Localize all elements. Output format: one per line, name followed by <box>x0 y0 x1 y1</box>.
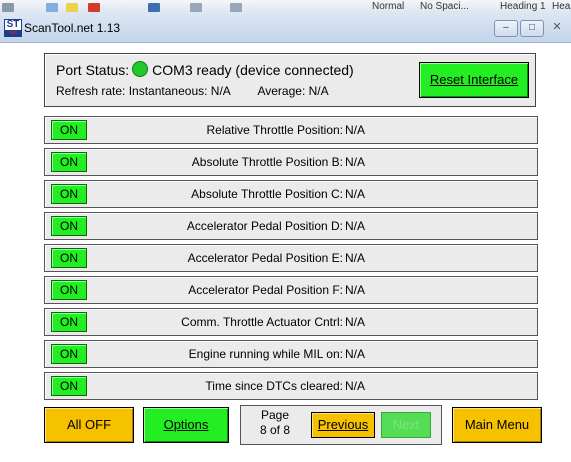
connection-indicator-icon <box>132 61 149 77</box>
pid-value: N/A <box>345 123 366 137</box>
pid-label: Accelerator Pedal Position D: <box>186 219 343 233</box>
pid-row: ON Relative Throttle Position: N/A <box>44 116 538 144</box>
minimize-button[interactable]: – <box>494 20 518 37</box>
pid-row: ON Absolute Throttle Position C: N/A <box>44 180 538 208</box>
refresh-instantaneous: Instantaneous: N/A <box>128 84 231 98</box>
ribbon-style-normal[interactable]: Normal <box>372 1 404 12</box>
previous-button[interactable]: Previous <box>311 412 375 438</box>
ribbon-shading-icon <box>230 3 242 12</box>
refresh-average: Average: N/A <box>257 84 329 98</box>
pid-row: ON Time since DTCs cleared: N/A <box>44 372 538 400</box>
pid-value: N/A <box>345 283 366 297</box>
pid-toggle-button[interactable]: ON <box>51 344 87 364</box>
title-bar[interactable]: ST net ScanTool.net 1.13 – □ ✕ <box>0 14 571 43</box>
pid-toggle-button[interactable]: ON <box>51 120 87 140</box>
background-ribbon-strip: Normal No Spaci... Heading 1 Hea <box>0 0 571 15</box>
logo-text: ST <box>6 19 20 30</box>
port-status-value: COM3 ready (device connected) <box>152 62 354 78</box>
pid-toggle-button[interactable]: ON <box>51 312 87 332</box>
main-menu-button[interactable]: Main Menu <box>452 407 542 443</box>
port-status-panel: Port Status: COM3 ready (device connected… <box>44 53 536 107</box>
pid-value: N/A <box>345 379 366 393</box>
app-logo-icon: ST net <box>4 19 22 37</box>
ribbon-style-heading-2[interactable]: Hea <box>552 1 570 12</box>
pid-label: Absolute Throttle Position B: <box>191 155 343 169</box>
options-button[interactable]: Options <box>143 407 229 443</box>
ribbon-style-heading-1[interactable]: Heading 1 <box>500 1 546 12</box>
ribbon-align-icon <box>148 3 160 12</box>
main-content: Port Status: COM3 ready (device connected… <box>0 43 571 462</box>
ribbon-font-color-icon <box>88 3 100 12</box>
ribbon-style-no-spacing[interactable]: No Spaci... <box>420 1 469 12</box>
pid-value: N/A <box>345 315 366 329</box>
window-title: ScanTool.net 1.13 <box>24 21 121 35</box>
page-navigator: Page 8 of 8 Previous Next <box>240 405 442 445</box>
pid-value: N/A <box>345 187 366 201</box>
pid-row: ON Accelerator Pedal Position E: N/A <box>44 244 538 272</box>
pid-label: Time since DTCs cleared: <box>205 379 343 393</box>
all-off-button[interactable]: All OFF <box>44 407 134 443</box>
pid-toggle-button[interactable]: ON <box>51 280 87 300</box>
page-indicator: Page 8 of 8 <box>245 408 305 438</box>
close-button[interactable]: ✕ <box>550 20 564 35</box>
pid-row: ON Accelerator Pedal Position F: N/A <box>44 276 538 304</box>
logo-subtext: net <box>5 30 21 36</box>
pid-toggle-button[interactable]: ON <box>51 152 87 172</box>
pid-row: ON Absolute Throttle Position B: N/A <box>44 148 538 176</box>
pid-toggle-button[interactable]: ON <box>51 248 87 268</box>
pid-label: Accelerator Pedal Position E: <box>187 251 343 265</box>
refresh-rate-line: Refresh rate: Instantaneous: N/A Average… <box>56 84 329 98</box>
pid-label: Accelerator Pedal Position F: <box>188 283 343 297</box>
port-status-label: Port Status: <box>56 62 130 78</box>
ribbon-format-icon <box>2 3 14 12</box>
pid-toggle-button[interactable]: ON <box>51 184 87 204</box>
pid-label: Relative Throttle Position: <box>206 123 343 137</box>
pid-value: N/A <box>345 219 366 233</box>
ribbon-spacing-icon <box>190 3 202 12</box>
refresh-rate-label: Refresh rate: <box>56 84 126 98</box>
pid-row: ON Accelerator Pedal Position D: N/A <box>44 212 538 240</box>
pid-row: ON Engine running while MIL on: N/A <box>44 340 538 368</box>
port-status-line: Port Status: COM3 ready (device connected… <box>56 61 354 78</box>
pid-toggle-button[interactable]: ON <box>51 216 87 236</box>
reset-interface-button[interactable]: Reset Interface <box>419 62 529 98</box>
ribbon-font-icon <box>46 3 58 12</box>
pid-label: Engine running while MIL on: <box>188 347 343 361</box>
ribbon-highlight-icon <box>66 3 78 12</box>
pid-value: N/A <box>345 251 366 265</box>
pid-value: N/A <box>345 347 366 361</box>
page-number: 8 of 8 <box>259 423 291 437</box>
pid-row: ON Comm. Throttle Actuator Cntrl: N/A <box>44 308 538 336</box>
page-word: Page <box>260 408 290 422</box>
pid-label: Absolute Throttle Position C: <box>191 187 343 201</box>
pid-value: N/A <box>345 155 366 169</box>
maximize-button[interactable]: □ <box>520 20 544 37</box>
scantool-window: ST net ScanTool.net 1.13 – □ ✕ Port Stat… <box>0 14 571 462</box>
next-button[interactable]: Next <box>381 412 431 438</box>
pid-toggle-button[interactable]: ON <box>51 376 87 396</box>
pid-label: Comm. Throttle Actuator Cntrl: <box>181 315 343 329</box>
